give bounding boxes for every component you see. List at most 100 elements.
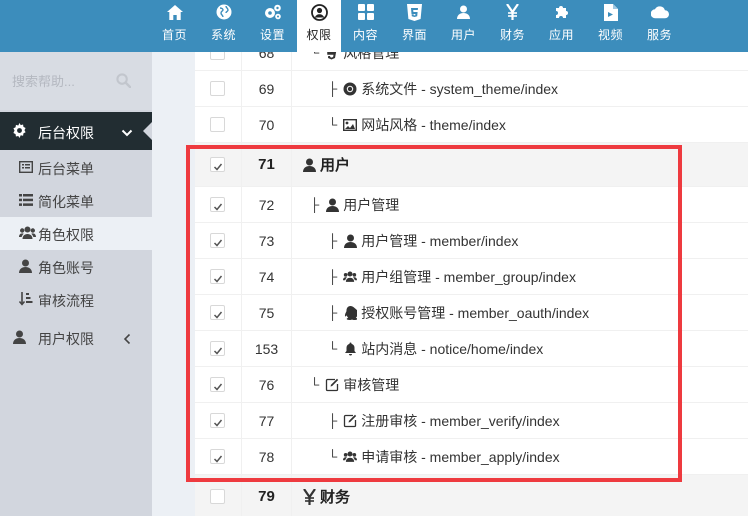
- sidebar-item-1[interactable]: 简化菜单: [0, 184, 152, 217]
- check-icon: [213, 415, 223, 433]
- table-row: 78 └ 申请审核 - member_apply/index: [195, 439, 748, 475]
- row-id: 75: [242, 295, 292, 330]
- checkbox-cell: [195, 475, 242, 516]
- row-label: 注册审核 - member_verify/index: [361, 412, 560, 429]
- row-checkbox[interactable]: [210, 52, 225, 60]
- tree-prefix: ├: [328, 305, 338, 320]
- checkbox-cell: [195, 367, 242, 402]
- permission-table: 68 └ 风格管理 69 ├ 系统文件 - system_theme/index 70 └ 网站…: [195, 52, 748, 516]
- row-label: 用户管理 - member/index: [361, 232, 519, 249]
- chrome-icon: [343, 82, 357, 96]
- nav-item-label: 系统: [210, 28, 236, 42]
- table-row: 75 ├ 授权账号管理 - member_oauth/index: [195, 295, 748, 331]
- row-checkbox[interactable]: [210, 377, 225, 392]
- chevron-down-icon[interactable]: [121, 125, 133, 143]
- sidebar-item-4[interactable]: 审核流程: [0, 283, 152, 316]
- checkbox-cell: [195, 259, 242, 294]
- row-checkbox[interactable]: [210, 341, 225, 356]
- row-checkbox[interactable]: [210, 269, 225, 284]
- row-id: 71: [242, 143, 292, 186]
- row-label: 财务: [320, 489, 351, 506]
- row-checkbox[interactable]: [210, 413, 225, 428]
- nav-item-2[interactable]: 设置: [248, 0, 297, 52]
- nav-item-4[interactable]: 内容: [341, 0, 390, 52]
- row-id: 78: [242, 439, 292, 474]
- sidebar-section-backend-permission[interactable]: 后台权限: [0, 112, 152, 150]
- row-label: 用户组管理 - member_group/index: [361, 268, 576, 285]
- sidebar-item-3[interactable]: 角色账号: [0, 250, 152, 283]
- active-notch: [143, 122, 152, 140]
- tree-prefix: ├: [328, 269, 338, 284]
- table-row: 70 └ 网站风格 - theme/index: [195, 107, 748, 143]
- nav-item-6[interactable]: 用户: [439, 0, 488, 52]
- table-row: 73 ├ 用户管理 - member/index: [195, 223, 748, 259]
- row-id: 153: [242, 331, 292, 366]
- row-checkbox[interactable]: [210, 489, 225, 504]
- checkbox-cell: [195, 107, 242, 142]
- check-icon: [213, 199, 223, 217]
- row-id: 77: [242, 403, 292, 438]
- puzzle-icon: [553, 3, 571, 21]
- home-icon: [166, 3, 184, 21]
- sidebar-item-0[interactable]: 后台菜单: [0, 151, 152, 184]
- row-id: 76: [242, 367, 292, 402]
- chevron-left-icon[interactable]: [123, 332, 131, 348]
- checkbox-cell: [195, 187, 242, 222]
- top-nav: 首页 系统 设置 权限 内容 界面 用户 财务 应用 视频 服务: [150, 0, 684, 52]
- row-label: 用户: [320, 157, 351, 174]
- tree-prefix: ├: [310, 197, 320, 212]
- sort-amount-icon: [18, 292, 33, 309]
- user-circle-icon: [310, 3, 328, 21]
- row-name: └ 审核管理: [292, 367, 748, 402]
- bell-icon: [343, 342, 357, 356]
- row-label: 网站风格 - theme/index: [361, 116, 506, 133]
- tree-prefix: └: [328, 449, 338, 464]
- user-icon: [343, 234, 357, 248]
- row-checkbox[interactable]: [210, 233, 225, 248]
- row-label: 风格管理: [343, 52, 400, 61]
- row-checkbox[interactable]: [210, 117, 225, 132]
- row-label: 系统文件 - system_theme/index: [361, 80, 559, 97]
- row-checkbox[interactable]: [210, 449, 225, 464]
- nav-item-label: 权限: [306, 28, 332, 42]
- sidebar-item-label: 审核流程: [38, 293, 94, 309]
- sidebar-search[interactable]: 搜索帮助...: [0, 52, 152, 110]
- sidebar-section-user-permission[interactable]: 用户权限: [0, 320, 152, 356]
- row-label: 审核管理: [343, 376, 400, 393]
- sidebar: 搜索帮助... 后台权限 后台菜单简化菜单角色权限 角色账号审核流程 用户权限: [0, 52, 152, 516]
- nav-item-8[interactable]: 应用: [537, 0, 586, 52]
- nav-item-5[interactable]: 界面: [390, 0, 439, 52]
- nav-item-label: 首页: [161, 28, 187, 42]
- nav-item-9[interactable]: 视频: [586, 0, 635, 52]
- sidebar-section-title: 后台权限: [38, 125, 94, 141]
- row-checkbox[interactable]: [210, 157, 225, 172]
- edit-icon: [343, 414, 357, 428]
- checkbox-cell: [195, 143, 242, 186]
- tree-prefix: └: [310, 52, 320, 60]
- nav-item-3[interactable]: 权限: [297, 0, 341, 52]
- search-icon[interactable]: [116, 73, 132, 93]
- table-group-row: 71 用户: [195, 143, 748, 187]
- nav-item-1[interactable]: 系统: [199, 0, 248, 52]
- nav-item-10[interactable]: 服务: [635, 0, 684, 52]
- checkbox-cell: [195, 52, 242, 70]
- nav-item-0[interactable]: 首页: [150, 0, 199, 52]
- tree-prefix: ├: [328, 413, 338, 428]
- globe-icon: [215, 3, 233, 21]
- row-name: 财务: [292, 475, 748, 516]
- row-label: 站内消息 - notice/home/index: [361, 340, 544, 357]
- search-input[interactable]: 搜索帮助...: [12, 71, 75, 90]
- table-row: 72 ├ 用户管理: [195, 187, 748, 223]
- sidebar-item-2[interactable]: 角色权限: [0, 217, 152, 250]
- users-icon: [19, 226, 36, 242]
- sidebar-item-label: 简化菜单: [38, 194, 94, 210]
- main-content: 68 └ 风格管理 69 ├ 系统文件 - system_theme/index 70 └ 网站…: [170, 52, 748, 516]
- row-checkbox[interactable]: [210, 305, 225, 320]
- checkbox-cell: [195, 71, 242, 106]
- row-checkbox[interactable]: [210, 81, 225, 96]
- tree-prefix: └: [328, 341, 338, 356]
- nav-item-7[interactable]: 财务: [488, 0, 537, 52]
- checkbox-cell: [195, 403, 242, 438]
- row-checkbox[interactable]: [210, 197, 225, 212]
- check-icon: [213, 159, 223, 177]
